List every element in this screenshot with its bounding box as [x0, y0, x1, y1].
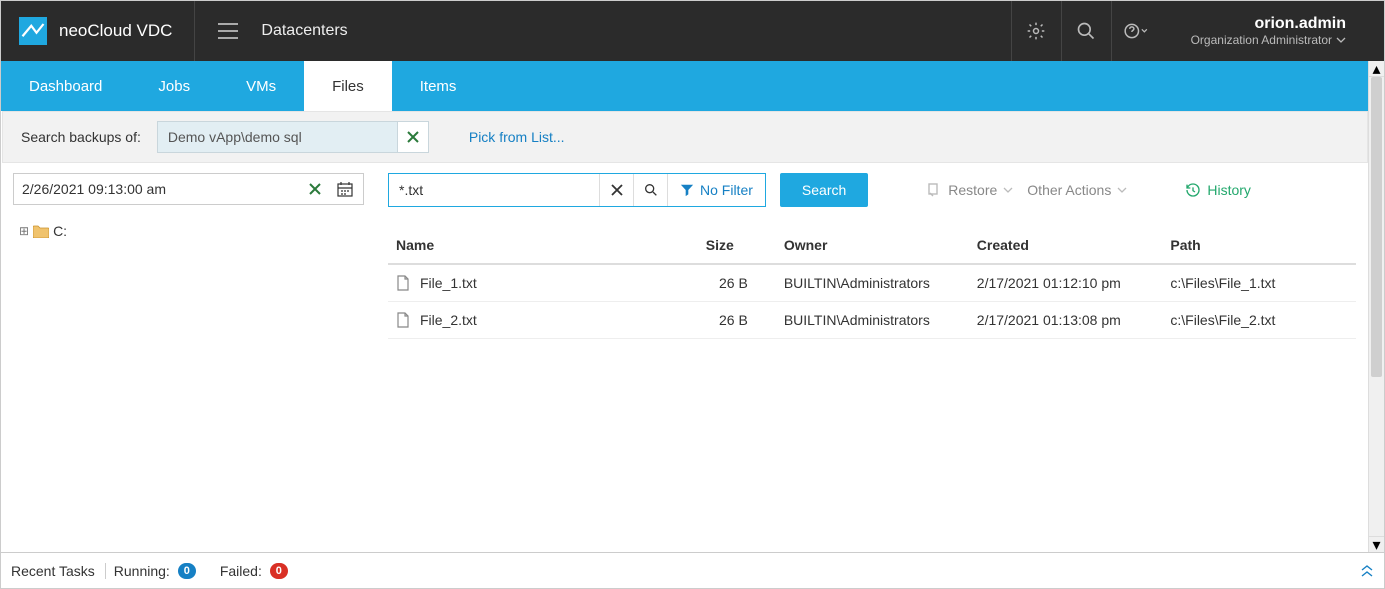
restore-button[interactable]: Restore — [926, 182, 1013, 198]
file-owner: BUILTIN\Administrators — [756, 302, 969, 339]
file-search-group: No Filter — [388, 173, 766, 207]
backup-search-bar: Search backups of: Pick from List... — [2, 111, 1368, 163]
pick-from-list-link[interactable]: Pick from List... — [469, 129, 565, 145]
backup-search-label: Search backups of: — [21, 129, 141, 145]
files-table: Name Size Owner Created Path File_1.txt … — [388, 227, 1356, 339]
topbar-actions: orion.admin Organization Administrator — [1011, 1, 1366, 61]
other-actions-button[interactable]: Other Actions — [1027, 182, 1127, 198]
clear-date-icon[interactable] — [305, 179, 325, 199]
table-row[interactable]: File_2.txt 26 B BUILTIN\Administrators 2… — [388, 302, 1356, 339]
col-owner[interactable]: Owner — [756, 227, 969, 264]
collapse-status-icon[interactable] — [1360, 565, 1374, 577]
brand-name: neoCloud VDC — [59, 21, 172, 41]
col-path[interactable]: Path — [1162, 227, 1356, 264]
failed-count-badge: 0 — [270, 563, 288, 579]
user-name: orion.admin — [1191, 15, 1346, 33]
restore-point-value: 2/26/2021 09:13:00 am — [22, 181, 305, 197]
recent-tasks-label[interactable]: Recent Tasks — [11, 563, 106, 579]
file-icon — [396, 275, 410, 291]
col-name[interactable]: Name — [388, 227, 698, 264]
brand: neoCloud VDC — [19, 1, 195, 61]
help-icon[interactable] — [1111, 1, 1161, 61]
main-content: 2/26/2021 09:13:00 am ⊞ C: — [1, 173, 1368, 552]
file-owner: BUILTIN\Administrators — [756, 264, 969, 302]
search-icon[interactable] — [1061, 1, 1111, 61]
chevron-down-icon — [1003, 187, 1013, 193]
right-pane: No Filter Search Restore Other Actions H… — [376, 173, 1368, 552]
filter-button[interactable]: No Filter — [667, 174, 765, 206]
status-bar: Recent Tasks Running: 0 Failed: 0 — [1, 552, 1384, 588]
brand-logo-icon — [19, 17, 47, 45]
history-icon — [1185, 182, 1201, 198]
col-created[interactable]: Created — [969, 227, 1163, 264]
settings-icon[interactable] — [1011, 1, 1061, 61]
file-size: 26 B — [698, 302, 756, 339]
nav-datacenters[interactable]: Datacenters — [261, 22, 347, 40]
backup-source-input[interactable] — [157, 121, 397, 153]
filter-icon — [680, 183, 694, 197]
file-search-input[interactable] — [389, 174, 599, 206]
file-path: c:\Files\File_2.txt — [1162, 302, 1356, 339]
tab-jobs[interactable]: Jobs — [130, 61, 218, 111]
tab-dashboard[interactable]: Dashboard — [1, 61, 130, 111]
topbar: neoCloud VDC Datacenters orion.admin Org… — [1, 1, 1384, 61]
file-toolbar: No Filter Search Restore Other Actions H… — [388, 173, 1356, 207]
filter-label: No Filter — [700, 182, 753, 198]
file-created: 2/17/2021 01:13:08 pm — [969, 302, 1163, 339]
tree-node-label: C: — [53, 223, 67, 239]
running-count-badge: 0 — [178, 563, 196, 579]
main-tabs: Dashboard Jobs VMs Files Items — [1, 61, 1368, 111]
folder-tree: ⊞ C: — [13, 223, 364, 239]
tree-node-c[interactable]: ⊞ C: — [19, 223, 364, 239]
folder-icon — [33, 225, 49, 238]
file-path: c:\Files\File_1.txt — [1162, 264, 1356, 302]
search-button[interactable]: Search — [780, 173, 868, 207]
run-search-icon[interactable] — [633, 174, 667, 206]
history-button[interactable]: History — [1185, 182, 1251, 198]
failed-label: Failed: — [220, 563, 262, 579]
chevron-down-icon — [1117, 187, 1127, 193]
restore-point-field[interactable]: 2/26/2021 09:13:00 am — [13, 173, 364, 205]
file-created: 2/17/2021 01:12:10 pm — [969, 264, 1163, 302]
backup-source-field — [157, 121, 429, 153]
clear-source-button[interactable] — [397, 121, 429, 153]
chevron-down-icon — [1336, 37, 1346, 43]
tab-files[interactable]: Files — [304, 61, 392, 111]
restore-icon — [926, 182, 942, 198]
table-row[interactable]: File_1.txt 26 B BUILTIN\Administrators 2… — [388, 264, 1356, 302]
left-pane: 2/26/2021 09:13:00 am ⊞ C: — [1, 173, 376, 552]
running-label: Running: — [114, 563, 170, 579]
file-name: File_2.txt — [420, 312, 477, 328]
file-icon — [396, 312, 410, 328]
col-size[interactable]: Size — [698, 227, 756, 264]
file-size: 26 B — [698, 264, 756, 302]
expand-icon[interactable]: ⊞ — [19, 224, 29, 238]
user-block[interactable]: orion.admin Organization Administrator — [1161, 15, 1366, 47]
scrollbar[interactable]: ▴ ▾ — [1368, 61, 1384, 552]
tab-vms[interactable]: VMs — [218, 61, 304, 111]
file-name: File_1.txt — [420, 275, 477, 291]
clear-search-icon[interactable] — [599, 174, 633, 206]
tab-items[interactable]: Items — [392, 61, 485, 111]
menu-icon[interactable] — [217, 22, 239, 40]
user-role: Organization Administrator — [1191, 33, 1346, 47]
calendar-icon[interactable] — [335, 179, 355, 199]
